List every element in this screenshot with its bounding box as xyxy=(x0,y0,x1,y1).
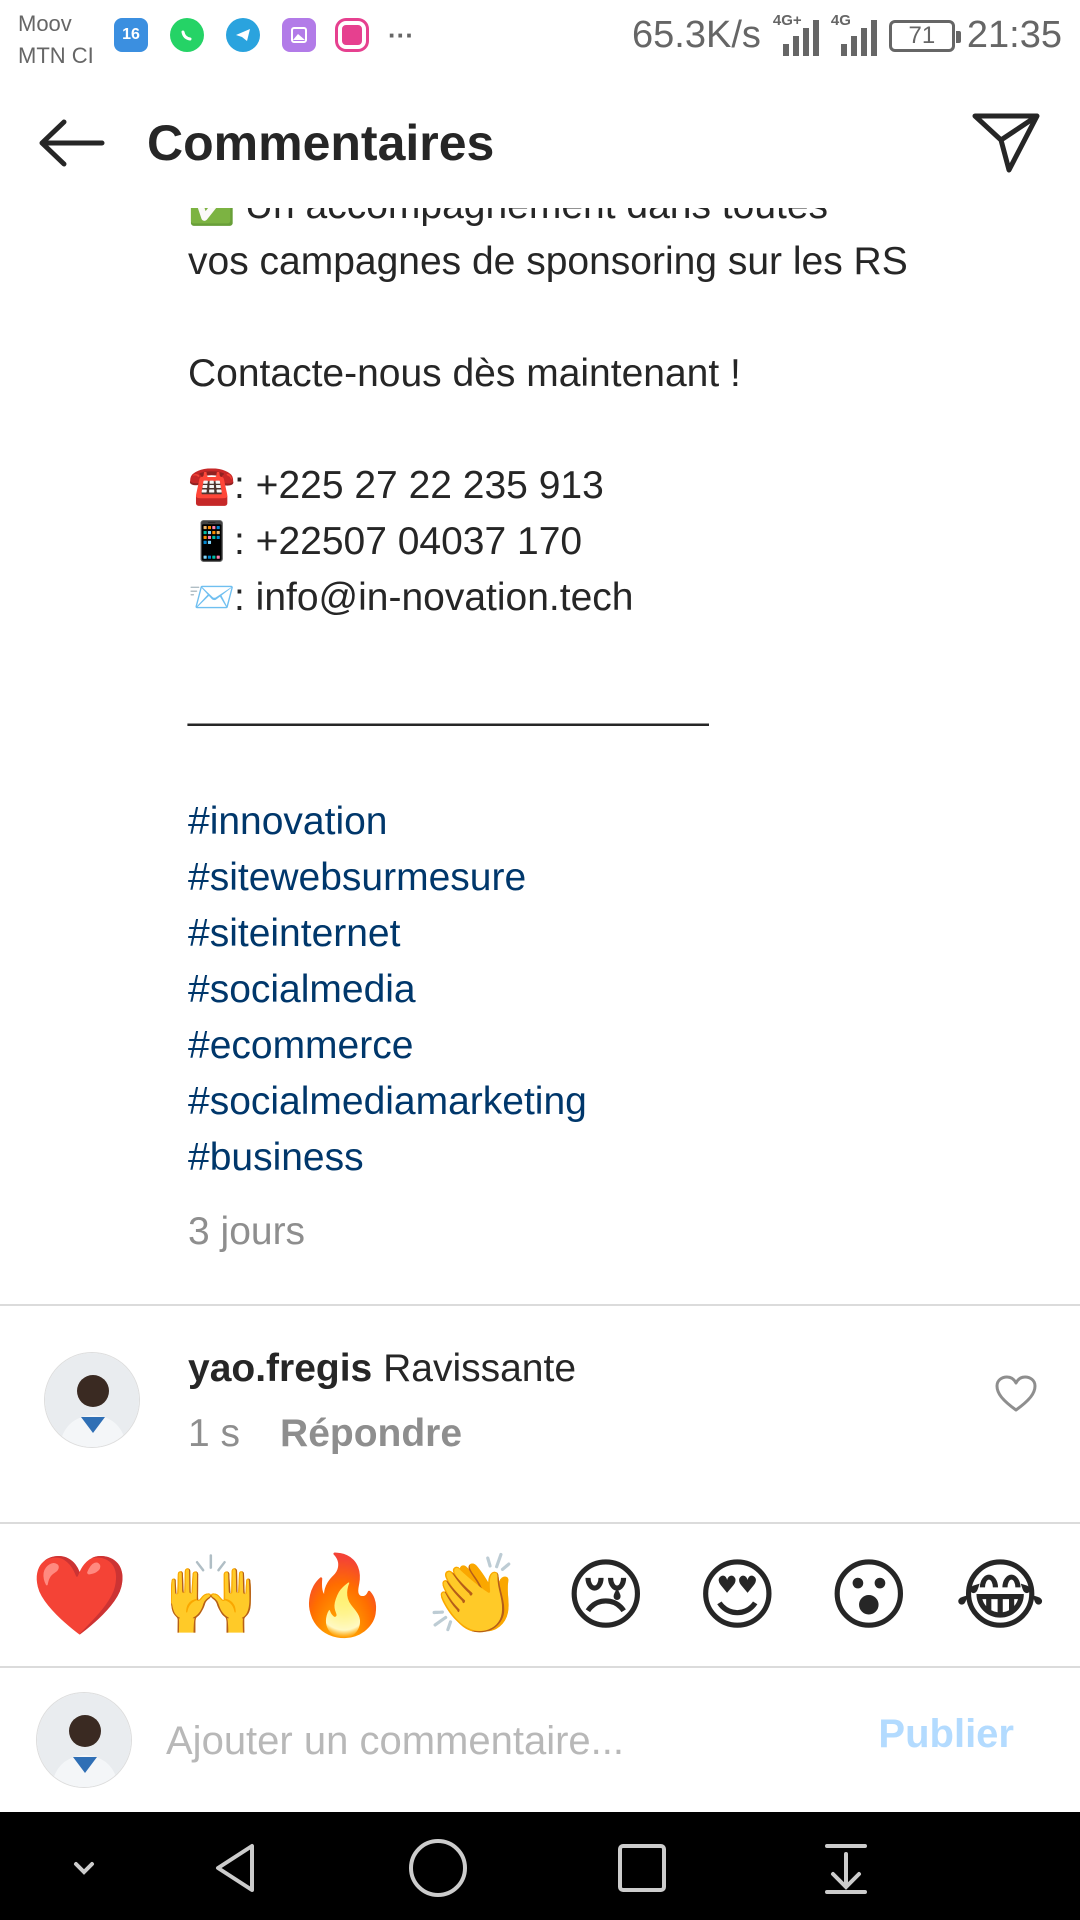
net-speed: 65.3K/s xyxy=(632,14,761,56)
caption-line-campaign: vos campagnes de sponsoring sur les RS xyxy=(188,240,908,283)
user-avatar-icon xyxy=(45,1353,139,1447)
reaction-laughing[interactable]: 😂 xyxy=(950,1545,1050,1645)
reaction-fire[interactable]: 🔥 xyxy=(293,1545,393,1645)
telephone-icon: ☎️ xyxy=(188,465,236,507)
mobile-number: : +22507 04037 170 xyxy=(234,520,583,563)
avatar xyxy=(36,1692,132,1788)
quick-reactions-bar: ❤️ 🙌 🔥 👏 😢 😍 😮 😂 xyxy=(0,1524,1080,1666)
comment-input[interactable] xyxy=(166,1708,866,1774)
more-notifications-icon: ··· xyxy=(388,19,414,50)
calendar-icon: 16 xyxy=(114,18,148,52)
caption-timestamp: 3 jours xyxy=(188,1210,306,1253)
system-navigation-bar xyxy=(0,1812,1080,1920)
chevron-down-icon xyxy=(74,1862,94,1875)
triangle-back-icon xyxy=(216,1844,254,1892)
email-address: : info@in-novation.tech xyxy=(234,576,634,619)
like-comment-button[interactable] xyxy=(994,1374,1038,1414)
whatsapp-icon xyxy=(170,18,204,52)
hashtag-link[interactable]: #socialmedia xyxy=(188,962,1048,1018)
hashtag-link[interactable]: #siteinternet xyxy=(188,906,1048,962)
phone-number: : +225 27 22 235 913 xyxy=(234,464,604,507)
nav-recents-button[interactable] xyxy=(610,1836,674,1900)
caption-separator: ________________________ xyxy=(188,684,709,727)
reaction-clapping[interactable]: 👏 xyxy=(424,1545,524,1645)
reaction-raised-hands[interactable]: 🙌 xyxy=(161,1545,261,1645)
pull-down-icon xyxy=(825,1844,867,1894)
post-caption: ✅ Un accompagnement dans toutes vos camp… xyxy=(188,178,1048,1186)
back-arrow-icon xyxy=(39,119,105,167)
calendar-badge: 16 xyxy=(122,26,140,43)
header: Commentaires xyxy=(0,78,1080,208)
comment-body: Ravissante xyxy=(383,1347,577,1390)
hashtag-link[interactable]: #innovation xyxy=(188,794,1048,850)
hashtag-link[interactable]: #socialmediamarketing xyxy=(188,1074,1048,1130)
reaction-surprised[interactable]: 😮 xyxy=(819,1545,919,1645)
square-recents-icon xyxy=(618,1844,666,1892)
hashtag-link[interactable]: #ecommerce xyxy=(188,1018,1048,1074)
comment-text: yao.fregis Ravissante xyxy=(188,1344,576,1394)
signal-2-tag: 4G xyxy=(830,11,851,29)
user-avatar-icon xyxy=(37,1693,131,1787)
divider xyxy=(0,1304,1080,1306)
nav-collapse-button[interactable] xyxy=(52,1836,116,1900)
reaction-heart[interactable]: ❤️ xyxy=(30,1545,130,1645)
comment-username[interactable]: yao.fregis xyxy=(188,1347,372,1390)
avatar[interactable] xyxy=(44,1352,140,1448)
mobile-phone-icon: 📱 xyxy=(188,521,236,563)
divider xyxy=(0,1666,1080,1668)
comment-meta: 1 s Répondre xyxy=(188,1412,462,1456)
caption-mobile: 📱: +22507 04037 170 xyxy=(188,514,1048,570)
reaction-crying[interactable]: 😢 xyxy=(556,1545,656,1645)
comment-timestamp: 1 s xyxy=(188,1412,241,1455)
instagram-icon xyxy=(338,21,366,49)
signal-1-tag: 4G+ xyxy=(772,11,802,29)
page-title: Commentaires xyxy=(147,115,495,171)
share-button[interactable] xyxy=(968,106,1044,178)
envelope-icon: 📨 xyxy=(188,577,236,619)
status-right: 65.3K/s 4G+ 4G 71 21:35 xyxy=(632,12,1062,57)
reply-button[interactable]: Répondre xyxy=(280,1412,462,1455)
heart-icon xyxy=(995,1375,1037,1412)
caption-phone: ☎️: +225 27 22 235 913 xyxy=(188,458,1048,514)
signal-icon-1: 4G+ xyxy=(773,12,819,56)
caption-contact-cta: Contacte-nous dès maintenant ! xyxy=(188,352,741,395)
nav-notifications-button[interactable] xyxy=(814,1836,878,1900)
carrier-1: Moov xyxy=(18,11,72,36)
hashtag-link[interactable]: #business xyxy=(188,1130,1048,1186)
clock: 21:35 xyxy=(966,14,1062,56)
carrier-2: MTN CI xyxy=(18,43,94,68)
telegram-icon xyxy=(226,18,260,52)
signal-icon-2: 4G xyxy=(831,12,877,56)
status-bar: Moov MTN CI 16 ··· 65.3K/s 4G+ 4G 71 21:… xyxy=(0,0,1080,78)
notification-icons: 16 ··· xyxy=(114,18,414,52)
circle-home-icon xyxy=(409,1839,467,1897)
battery-icon: 71 xyxy=(888,19,961,52)
publish-button[interactable]: Publier xyxy=(878,1712,1014,1757)
paper-plane-icon xyxy=(972,113,1040,173)
nav-back-button[interactable] xyxy=(204,1836,268,1900)
caption-email: 📨: info@in-novation.tech xyxy=(188,570,1048,626)
back-button[interactable] xyxy=(34,110,108,176)
hashtag-link[interactable]: #sitewebsurmesure xyxy=(188,850,1048,906)
reaction-heart-eyes[interactable]: 😍 xyxy=(687,1545,787,1645)
gallery-icon xyxy=(282,18,316,52)
nav-home-button[interactable] xyxy=(406,1836,470,1900)
carrier-label: Moov MTN CI xyxy=(18,8,94,72)
